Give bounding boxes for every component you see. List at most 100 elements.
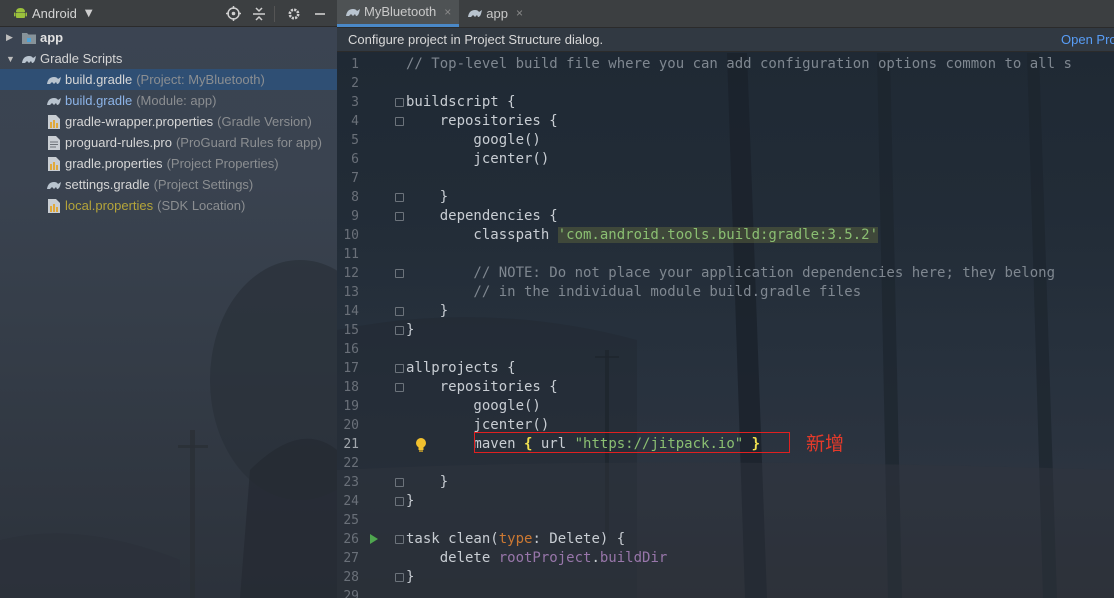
project-panel: Android ▼ ▶ app ▼ Gradle Scripts build.gradl… — [0, 0, 337, 598]
fold-marker-icon[interactable] — [395, 307, 404, 316]
tree-item-label: proguard-rules.pro — [65, 135, 172, 150]
code-line: repositories { — [406, 378, 558, 397]
line-number: 24 — [343, 494, 359, 509]
locate-icon[interactable] — [222, 3, 244, 25]
line-number: 1 — [351, 57, 359, 72]
line-number: 18 — [343, 380, 359, 395]
editor-tab-bar: MyBluetooth × app × — [337, 0, 1114, 28]
fold-marker-icon[interactable] — [395, 98, 404, 107]
tree-item-label: Gradle Scripts — [40, 51, 123, 66]
tree-item-hint: (SDK Location) — [157, 198, 246, 213]
chevron-down-icon[interactable]: ▼ — [6, 54, 16, 64]
tab-app[interactable]: app × — [459, 0, 531, 27]
notification-bar: Configure project in Project Structure d… — [337, 28, 1114, 52]
line-number: 23 — [343, 475, 359, 490]
line-number: 25 — [343, 513, 359, 528]
line-number: 12 — [343, 266, 359, 281]
code-token: } — [406, 322, 415, 338]
code-line: allprojects { — [406, 359, 516, 378]
code-token: // in the individual module build.gradle… — [406, 284, 862, 300]
gear-icon[interactable] — [283, 3, 305, 25]
fold-marker-icon[interactable] — [395, 326, 404, 335]
code-token: } — [406, 474, 449, 490]
code-line: } — [406, 473, 448, 492]
code-token: dependencies { — [406, 208, 558, 224]
code-token: 'com.android.tools.build:gradle:3.5.2' — [557, 227, 879, 243]
highlight-box — [474, 432, 790, 453]
code-line: } — [406, 321, 414, 340]
line-number: 2 — [351, 76, 359, 91]
code-editor[interactable]: // Top-level build file where you can ad… — [406, 53, 1114, 598]
toolbar-divider — [274, 5, 275, 22]
gradle-icon — [46, 94, 62, 108]
line-number: 17 — [343, 361, 359, 376]
close-icon[interactable]: × — [444, 5, 451, 19]
annotation-label: 新增 — [806, 433, 845, 455]
code-token: task clean( — [406, 531, 499, 547]
code-token: jcenter() — [406, 417, 550, 433]
code-token: // NOTE: Do not place your application d… — [406, 265, 1056, 281]
tree-item-hint: (ProGuard Rules for app) — [175, 135, 322, 150]
open-project-structure-link[interactable]: Open Pro — [1061, 32, 1114, 47]
run-task-icon[interactable] — [370, 534, 378, 544]
line-number: 8 — [351, 190, 359, 205]
fold-marker-icon[interactable] — [395, 117, 404, 126]
tree-item[interactable]: ▶ app — [0, 27, 337, 48]
tree-item[interactable]: proguard-rules.pro (ProGuard Rules for ap… — [0, 132, 337, 153]
code-line: buildscript { — [406, 93, 516, 112]
tree-item[interactable]: build.gradle (Project: MyBluetooth) — [0, 69, 337, 90]
fold-marker-icon[interactable] — [395, 497, 404, 506]
line-number: 27 — [343, 551, 359, 566]
tree-item[interactable]: build.gradle (Module: app) — [0, 90, 337, 111]
tree-item-label: gradle.properties — [65, 156, 163, 171]
tab-mybluetooth[interactable]: MyBluetooth × — [337, 0, 460, 27]
fold-marker-icon[interactable] — [395, 535, 404, 544]
code-line: jcenter() — [406, 150, 549, 169]
file-icon — [46, 135, 62, 150]
tree-item-hint: (Module: app) — [136, 93, 217, 108]
properties-icon — [46, 198, 62, 213]
gradle-icon — [467, 7, 483, 19]
fold-marker-icon[interactable] — [395, 383, 404, 392]
fold-marker-icon[interactable] — [395, 212, 404, 221]
properties-icon — [46, 114, 62, 129]
code-token: jcenter() — [406, 151, 550, 167]
code-line: google() — [406, 397, 540, 416]
tree-item[interactable]: gradle.properties (Project Properties) — [0, 153, 337, 174]
chevron-down-icon[interactable]: ▼ — [85, 8, 93, 19]
code-token: buildscript { — [406, 94, 516, 110]
code-token: } — [406, 569, 415, 585]
fold-marker-icon[interactable] — [395, 193, 404, 202]
code-token: repositories { — [406, 379, 558, 395]
code-token: rootProject — [498, 550, 592, 566]
gradle-icon — [46, 178, 62, 192]
code-token: allprojects { — [406, 360, 516, 376]
tree-item[interactable]: ▼ Gradle Scripts — [0, 48, 337, 69]
minimize-icon[interactable] — [309, 3, 331, 25]
close-icon[interactable]: × — [516, 6, 523, 20]
line-number: 13 — [343, 285, 359, 300]
folder-icon — [21, 31, 37, 45]
code-line: classpath 'com.android.tools.build:gradl… — [406, 226, 879, 245]
tree-item-label: build.gradle — [65, 72, 133, 87]
fold-marker-icon[interactable] — [395, 478, 404, 487]
code-token: classpath — [406, 227, 558, 243]
gradle-icon — [21, 52, 37, 66]
line-number: 29 — [343, 589, 359, 598]
fold-marker-icon[interactable] — [395, 573, 404, 582]
tree-item[interactable]: gradle-wrapper.properties (Gradle Version… — [0, 111, 337, 132]
code-line: // NOTE: Do not place your application d… — [406, 264, 1055, 283]
tree-item-hint: (Project Settings) — [153, 177, 254, 192]
tree-item[interactable]: settings.gradle (Project Settings) — [0, 174, 337, 195]
editor-area: MyBluetooth × app × Configure project in… — [337, 0, 1114, 598]
chevron-right-icon[interactable]: ▶ — [6, 32, 16, 43]
fold-marker-icon[interactable] — [395, 269, 404, 278]
line-number: 15 — [343, 323, 359, 338]
code-token: } — [406, 189, 449, 205]
tree-item[interactable]: local.properties (SDK Location) — [0, 195, 337, 216]
collapse-icon[interactable] — [248, 3, 270, 25]
view-selector[interactable]: Android — [32, 6, 77, 21]
fold-marker-icon[interactable] — [395, 364, 404, 373]
code-token: google() — [406, 132, 541, 148]
code-token: delete — [406, 550, 499, 566]
